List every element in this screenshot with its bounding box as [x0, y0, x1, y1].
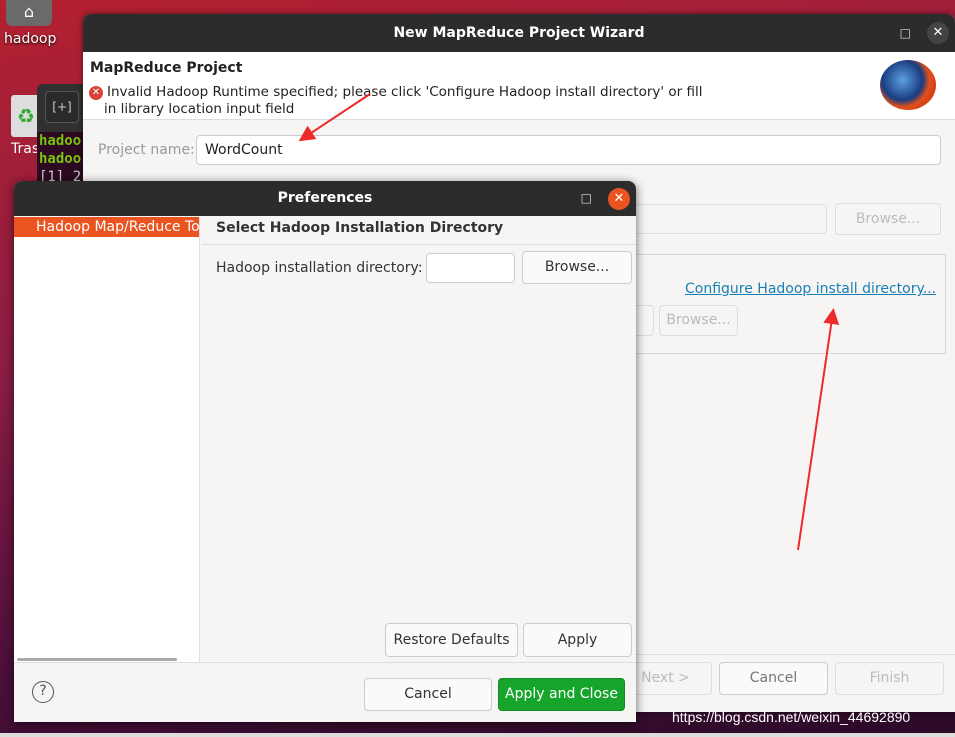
- annotation-arrow: [797, 308, 840, 551]
- annotation-arrows: [298, 93, 840, 551]
- annotation-arrow: [298, 93, 371, 142]
